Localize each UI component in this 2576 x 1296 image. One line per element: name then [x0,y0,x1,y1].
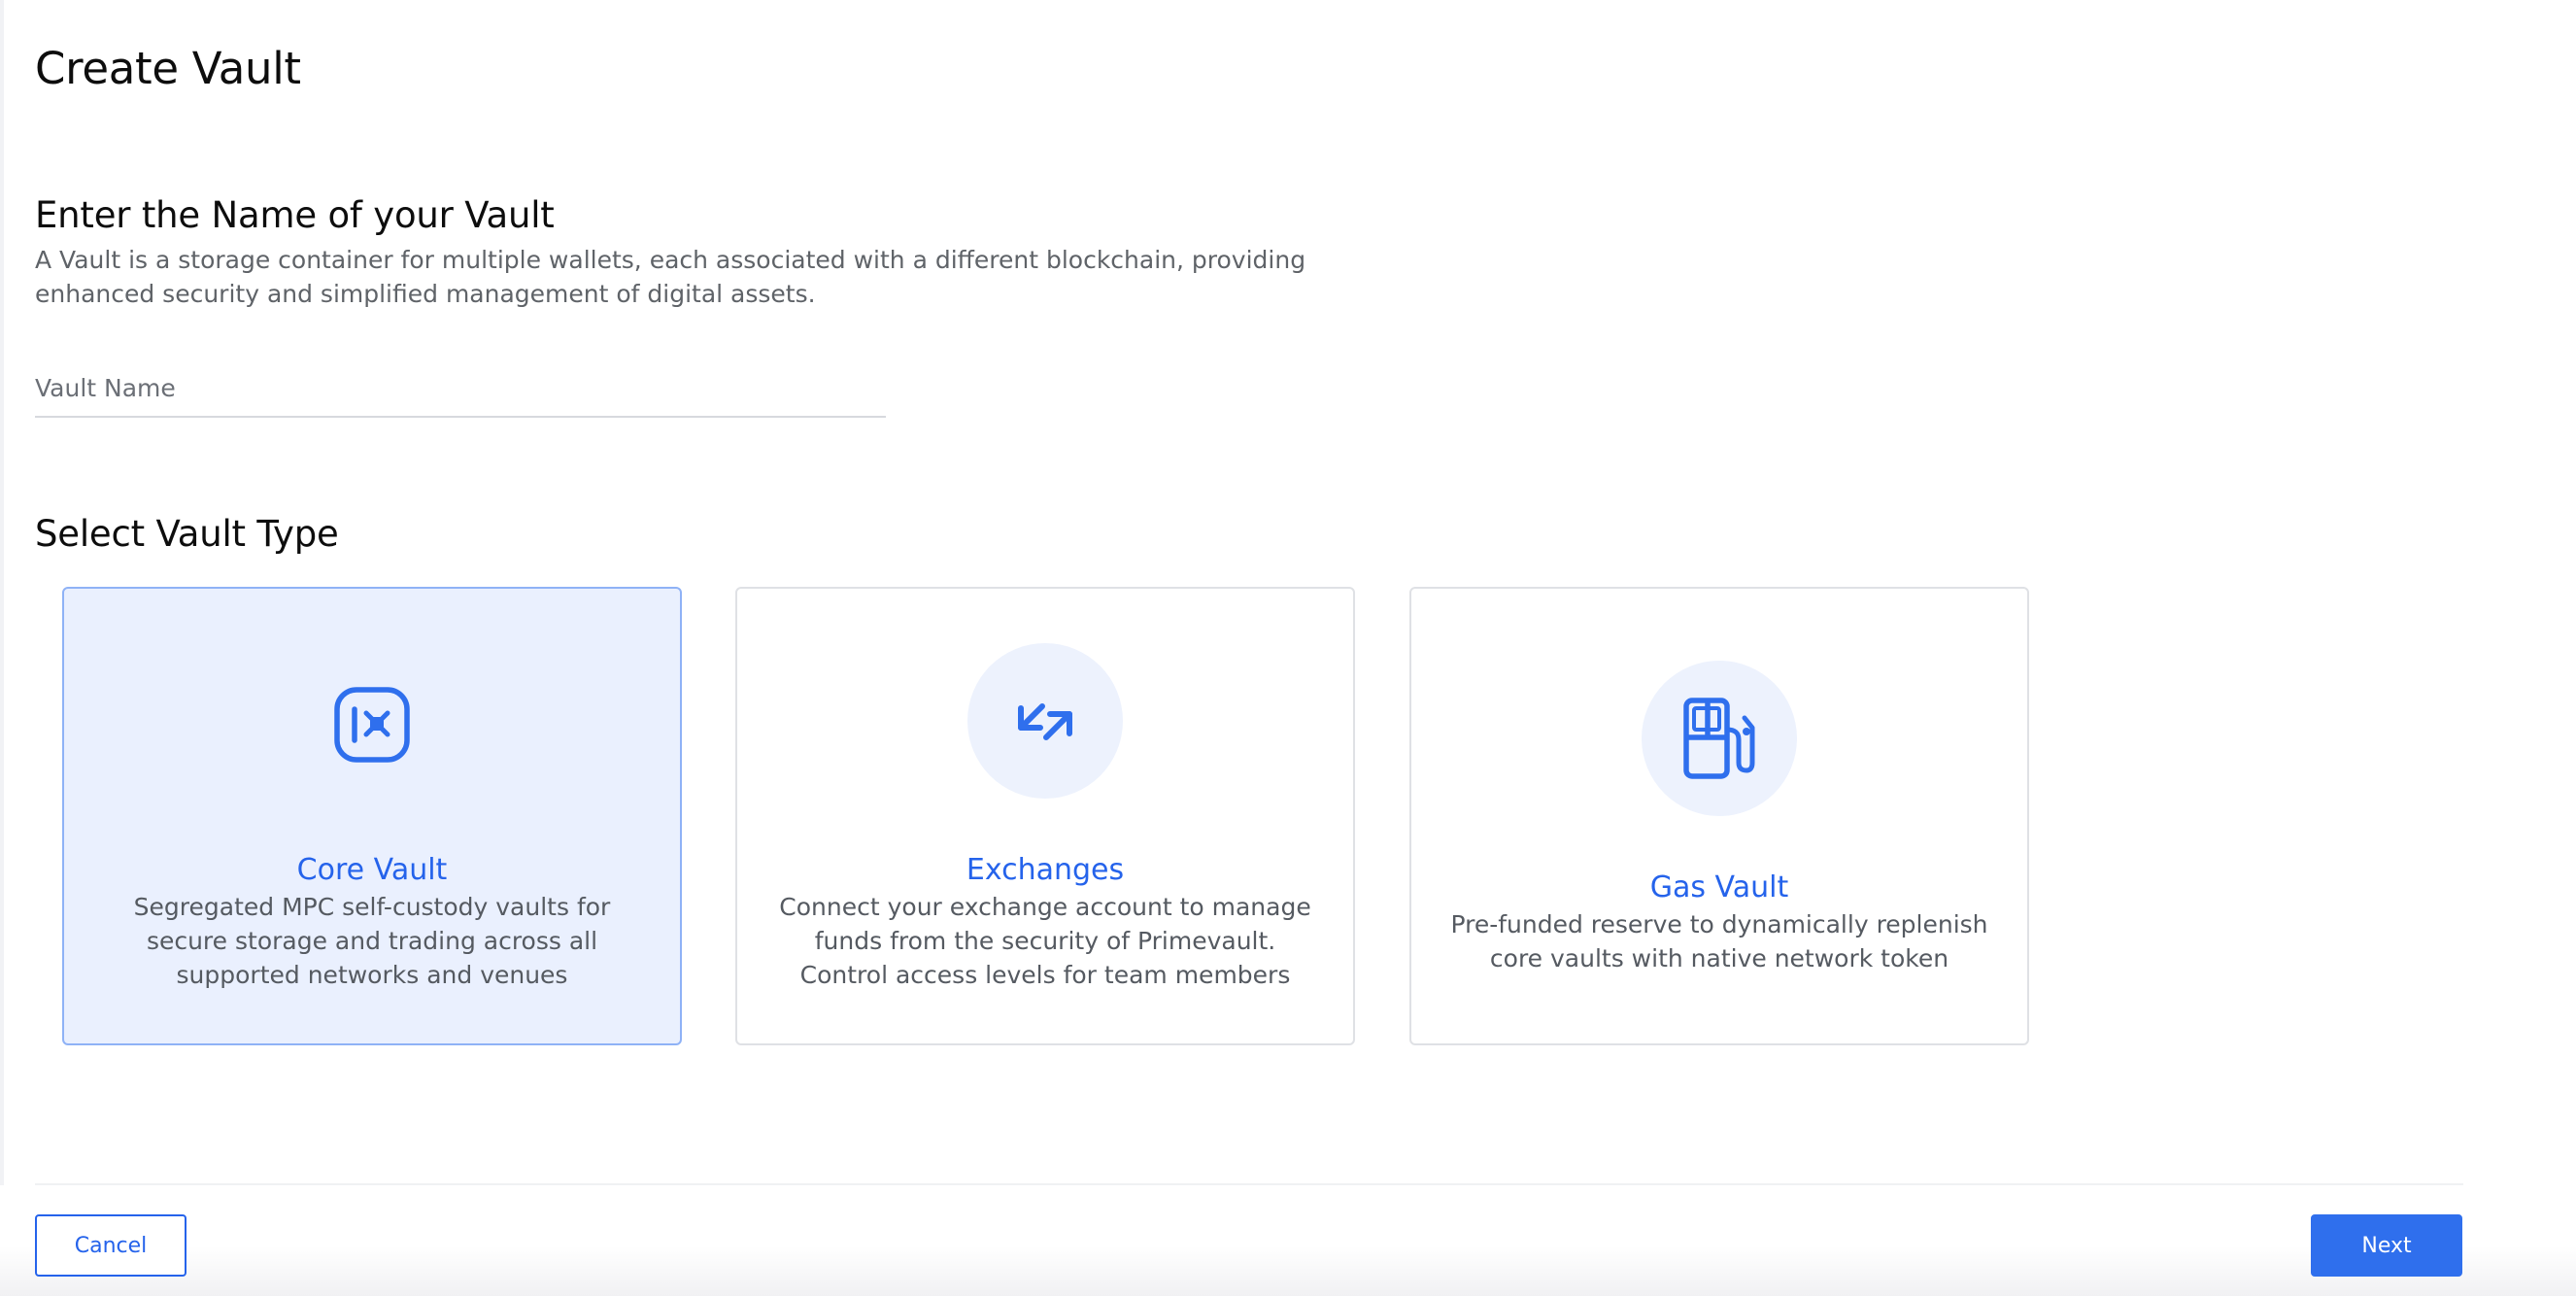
left-border [0,0,4,1296]
vault-type-title: Core Vault [296,853,448,887]
vault-type-card-exchanges[interactable]: Exchanges Connect your exchange account … [735,587,1355,1045]
vault-type-heading: Select Vault Type [35,513,339,555]
vault-type-title: Exchanges [966,853,1125,887]
vault-type-description: Pre-funded reserve to dynamically replen… [1450,910,1988,972]
create-vault-page: Create Vault Enter the Name of your Vaul… [0,0,2576,1296]
gas-pump-icon [1642,661,1797,816]
vault-type-description: Segregated MPC self-custody vaults for s… [133,893,611,989]
vault-safe-icon [294,647,450,802]
vault-name-description: A Vault is a storage container for multi… [35,246,1306,308]
vault-type-card-core-vault[interactable]: Core Vault Segregated MPC self-custody v… [62,587,682,1045]
vault-name-input[interactable] [35,359,886,418]
page-title: Create Vault [35,43,301,94]
footer-divider [35,1183,2463,1185]
vault-type-title: Gas Vault [1649,870,1789,904]
exchange-arrows-icon [967,643,1123,799]
vault-type-card-gas-vault[interactable]: Gas Vault Pre-funded reserve to dynamica… [1409,587,2029,1045]
footer-background [0,1185,2576,1296]
vault-type-description: Connect your exchange account to manage … [779,893,1311,989]
cancel-button[interactable]: Cancel [35,1214,186,1277]
vault-name-heading: Enter the Name of your Vault [35,194,555,236]
next-button[interactable]: Next [2311,1214,2462,1277]
